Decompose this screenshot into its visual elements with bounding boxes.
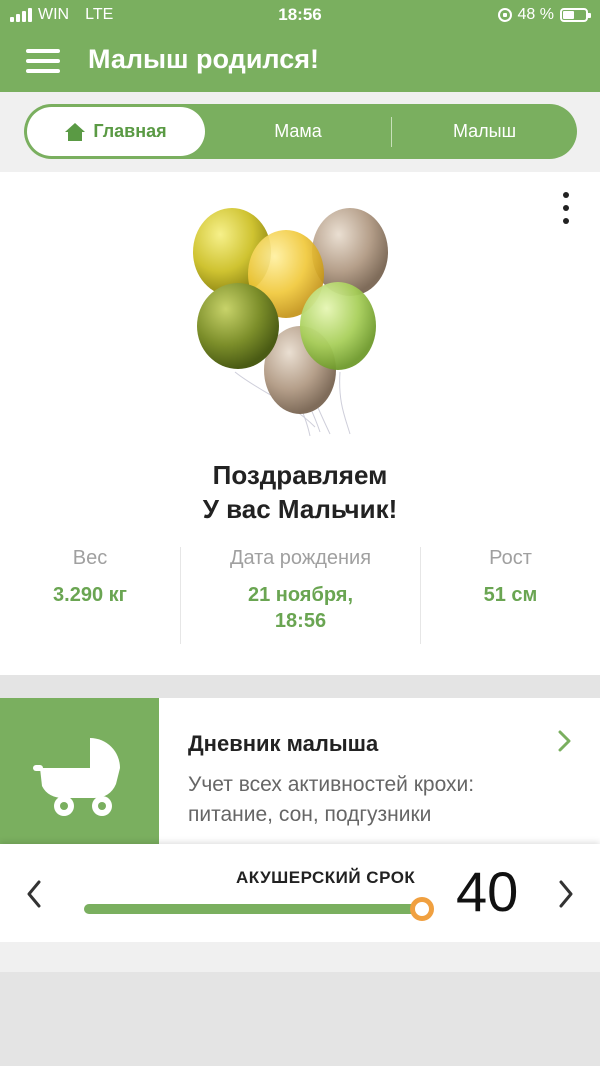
tab-home[interactable]: Главная: [27, 107, 205, 156]
diary-icon-box: [0, 698, 159, 844]
chevron-right-icon: [558, 730, 571, 752]
chevron-left-icon[interactable]: [26, 880, 42, 908]
stat-height-value: 51 см: [483, 584, 538, 606]
segmented-tabs: Главная Мама Малыш: [24, 104, 577, 159]
tab-home-label: Главная: [93, 121, 167, 141]
stat-birth-date-value: 21 ноября, 18:56: [181, 582, 420, 634]
battery-percent: 48 %: [517, 6, 554, 23]
term-progress-knob[interactable]: [410, 897, 434, 921]
congrats-card: Поздравляем У вас Мальчик! Вес 3.290 кг …: [0, 172, 600, 675]
more-vert-icon[interactable]: [560, 192, 572, 224]
stat-birth-date: Дата рождения 21 ноября, 18:56: [181, 547, 420, 634]
battery-icon: [560, 8, 591, 22]
balloons-illustration: [193, 208, 388, 437]
home-icon: [65, 122, 86, 141]
status-bar: WIN LTE 18:56 48 %: [0, 0, 600, 32]
stat-height: Рост 51 см: [421, 547, 600, 608]
bottom-spacer: [0, 942, 600, 972]
stat-birth-date-label: Дата рождения: [229, 547, 372, 569]
term-weeks: 40: [456, 860, 519, 923]
app-title: Малыш родился!: [88, 44, 319, 74]
stat-weight: Вес 3.290 кг: [0, 547, 180, 608]
menu-icon[interactable]: [26, 49, 60, 73]
congrats-message: Поздравляем У вас Мальчик!: [0, 458, 600, 526]
stat-birth-date-line-2: 18:56: [274, 610, 327, 632]
diary-title: Дневник малыша: [188, 731, 379, 756]
term-progress-fill: [84, 904, 422, 914]
obstetric-term-bar: АКУШЕРСКИЙ СРОК 40: [0, 844, 600, 942]
chevron-right-icon[interactable]: [558, 880, 574, 908]
tabs-section: Главная Мама Малыш: [0, 92, 600, 172]
tab-mama[interactable]: Мама: [205, 104, 391, 159]
tab-mama-label: Мама: [274, 121, 322, 141]
tab-baby-label: Малыш: [452, 121, 517, 141]
status-right: 48 %: [497, 6, 591, 24]
diary-description: Учет всех активностей крохи: питание, со…: [188, 773, 475, 826]
tab-baby[interactable]: Малыш: [392, 104, 577, 159]
stat-birth-date-line-1: 21 ноября,: [247, 584, 354, 606]
stat-weight-label: Вес: [72, 547, 108, 569]
baby-diary-card[interactable]: Дневник малыша Учет всех активностей кро…: [0, 698, 600, 844]
rotation-lock-icon: [497, 8, 512, 22]
congrats-line-1: Поздравляем: [212, 460, 388, 490]
term-progress-track: [84, 897, 434, 921]
stat-height-label: Рост: [489, 547, 532, 569]
obstetric-term-label: АКУШЕРСКИЙ СРОК: [236, 868, 416, 887]
birth-stats: Вес 3.290 кг Дата рождения 21 ноября, 18…: [0, 547, 600, 647]
stroller-icon: [33, 738, 120, 816]
congrats-line-2: У вас Мальчик!: [202, 494, 398, 524]
stat-weight-value: 3.290 кг: [53, 584, 127, 606]
